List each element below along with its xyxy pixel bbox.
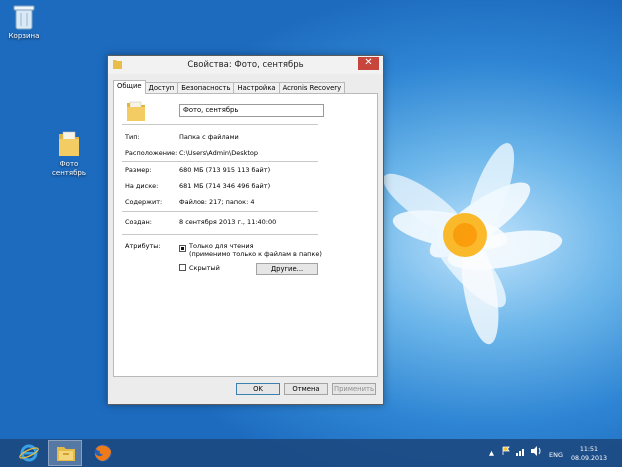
separator xyxy=(122,234,318,235)
folder-name-input[interactable]: Фото, сентябрь xyxy=(179,104,324,117)
readonly-note: (применимо только к файлам в папке) xyxy=(189,250,322,258)
separator xyxy=(122,211,318,212)
folder-icon xyxy=(57,130,81,158)
created-value: 8 сентября 2013 г., 11:40:00 xyxy=(179,218,277,226)
separator xyxy=(122,124,318,125)
clock-time: 11:51 xyxy=(579,446,599,453)
advanced-attributes-button[interactable]: Другие... xyxy=(256,263,318,275)
taskbar-firefox[interactable] xyxy=(86,440,120,466)
clock-date: 08.09.2013 xyxy=(571,455,608,462)
readonly-label: Только для чтения xyxy=(189,242,254,250)
size-on-disk-label: На диске: xyxy=(125,182,159,190)
desktop-icon-label: Фото сентябрь xyxy=(52,160,86,177)
location-value: C:\Users\Admin\Desktop xyxy=(179,149,259,157)
size-on-disk-value: 681 МБ (714 346 496 байт) xyxy=(179,182,271,190)
close-icon: ✕ xyxy=(364,57,373,68)
system-clock[interactable]: 11:51 08.09.2013 xyxy=(571,445,607,463)
contains-label: Содержит: xyxy=(125,198,163,206)
attributes-label: Атрибуты: xyxy=(125,242,161,250)
tab-general[interactable]: Общие xyxy=(113,80,146,94)
contains-value: Файлов: 217; папок: 4 xyxy=(179,198,255,206)
location-label: Расположение: xyxy=(125,149,178,157)
general-tab-panel: Фото, сентябрь Тип: Папка с файлами Расп… xyxy=(113,93,378,377)
desktop-icon-recycle-bin[interactable]: Корзина xyxy=(0,4,54,41)
size-value: 680 МБ (713 915 113 байт) xyxy=(179,166,271,174)
taskbar-internet-explorer[interactable] xyxy=(12,440,46,466)
desktop-icon-photo-folder[interactable]: Фото сентябрь xyxy=(39,130,99,178)
title-bar[interactable]: Свойства: Фото, сентябрь ✕ xyxy=(108,56,383,74)
hidden-checkbox[interactable] xyxy=(179,264,186,271)
close-button[interactable]: ✕ xyxy=(358,57,379,70)
hidden-label: Скрытый xyxy=(189,264,220,272)
apply-button[interactable]: Применить xyxy=(332,383,376,395)
cancel-button[interactable]: Отмена xyxy=(284,383,328,395)
taskbar-file-explorer[interactable] xyxy=(48,440,82,466)
ok-button[interactable]: OK xyxy=(236,383,280,395)
type-label: Тип: xyxy=(125,133,140,141)
size-label: Размер: xyxy=(125,166,152,174)
separator xyxy=(122,161,318,162)
action-center-icon[interactable] xyxy=(502,446,511,458)
file-explorer-icon xyxy=(56,445,76,464)
show-hidden-icons-icon[interactable]: ▲ xyxy=(489,449,494,457)
created-label: Создан: xyxy=(125,218,152,226)
desktop-icon-label: Корзина xyxy=(8,32,40,40)
volume-icon[interactable] xyxy=(531,446,542,458)
type-value: Папка с файлами xyxy=(179,133,239,141)
firefox-icon xyxy=(93,443,113,465)
language-indicator[interactable]: ENG xyxy=(549,451,563,459)
folder-icon xyxy=(126,100,146,124)
internet-explorer-icon xyxy=(19,444,39,464)
network-icon[interactable] xyxy=(516,446,526,458)
properties-dialog: Свойства: Фото, сентябрь ✕ Общие Доступ … xyxy=(107,55,384,405)
readonly-checkbox[interactable] xyxy=(179,245,186,252)
dialog-title: Свойства: Фото, сентябрь xyxy=(187,60,304,70)
recycle-bin-icon xyxy=(13,4,35,30)
